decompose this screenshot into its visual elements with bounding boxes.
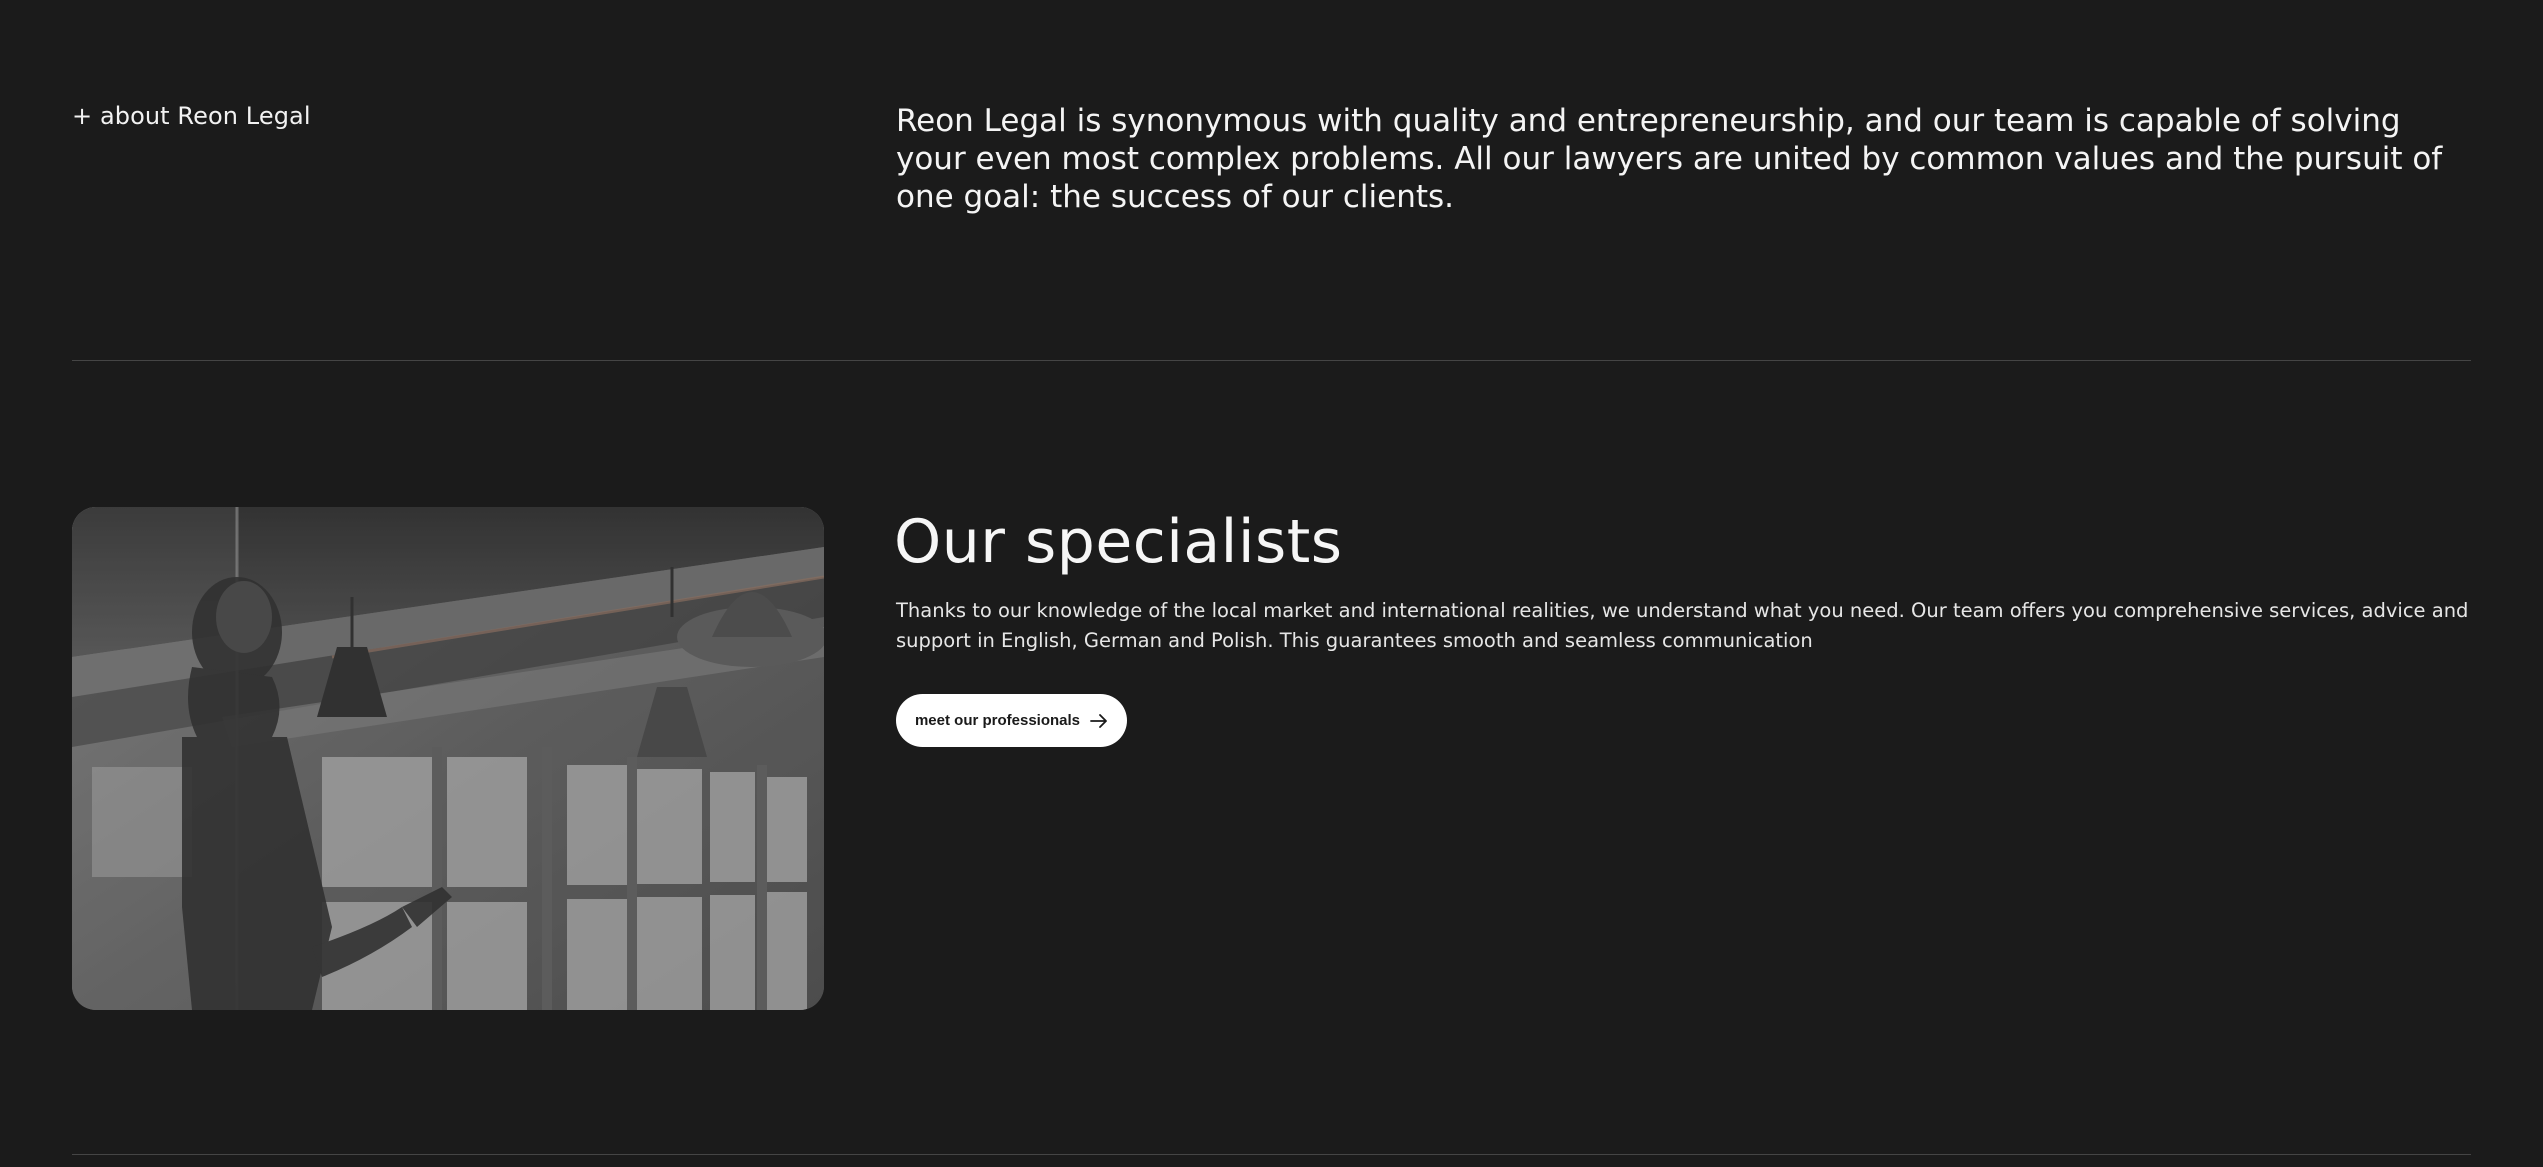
about-description: Reon Legal is synonymous with quality an… [896,103,2443,215]
specialists-photo [72,507,824,1010]
specialists-title: Our specialists [894,507,1343,577]
about-section-label: + about Reon Legal [72,102,311,130]
section-divider-bottom [72,1154,2471,1155]
specialists-description: Thanks to our knowledge of the local mar… [896,599,2469,652]
arrow-right-icon [1090,713,1108,728]
section-divider [72,360,2471,361]
meet-professionals-label: meet our professionals [914,712,1081,729]
meet-professionals-button[interactable]: meet our professionals [896,694,1127,747]
